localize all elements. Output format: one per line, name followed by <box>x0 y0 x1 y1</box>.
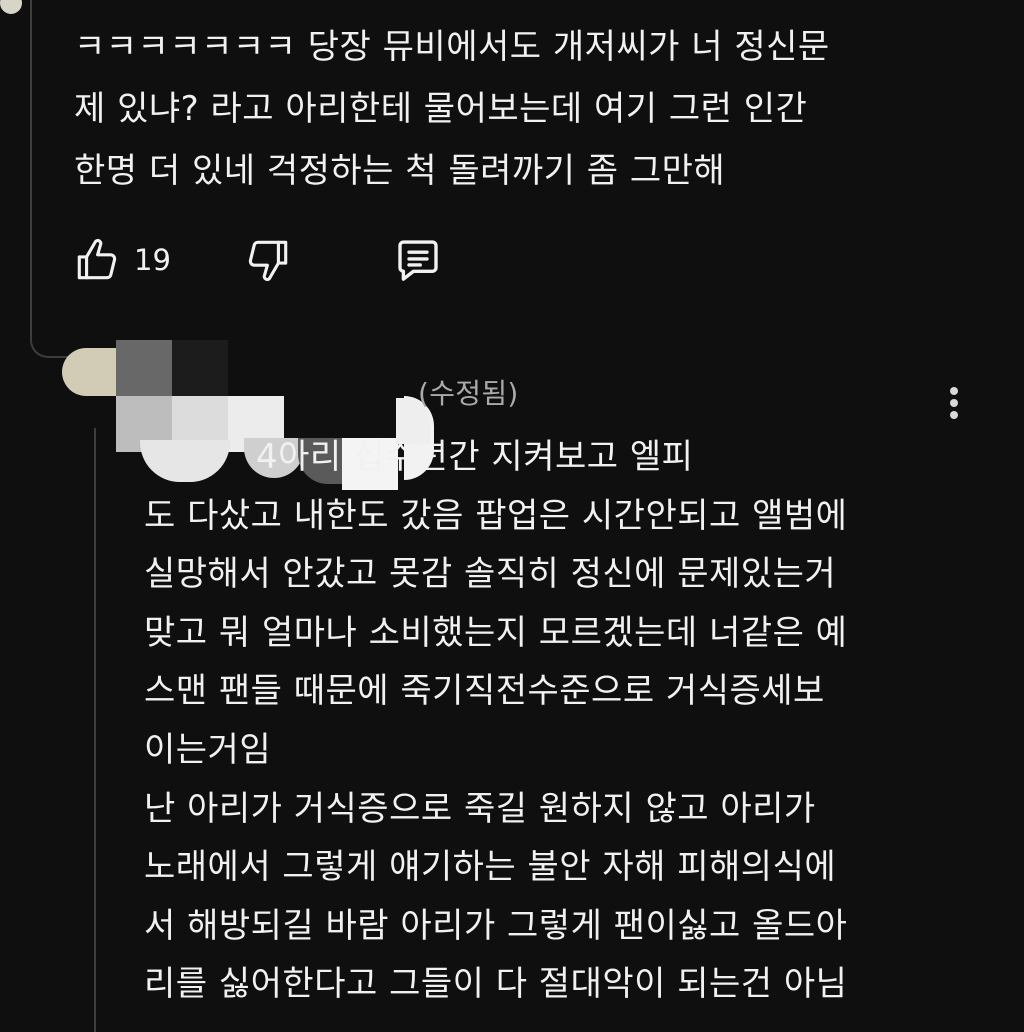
reply-button[interactable] <box>391 233 445 287</box>
thumbs-down-icon <box>243 235 293 285</box>
reply-line: 서 해방되길 바람 아리가 그렇게 팬이싫고 올드아 <box>144 905 848 946</box>
top-comment-text: ㅋㅋㅋㅋㅋㅋㅋ 당장 뮤비에서도 개저씨가 너 정신문제 있냐? 라고 아리한테… <box>74 16 974 202</box>
reply-line: 스맨 팬들 때문에 죽기직전수준으로 거식증세보 <box>144 671 825 712</box>
reply-edited-label: (수정됨) <box>418 377 519 410</box>
reply-line: 4아리 십수년간 지켜보고 엘피 <box>256 437 694 477</box>
top-avatar[interactable] <box>0 0 22 14</box>
comment-thread: ㅋㅋㅋㅋㅋㅋㅋ 당장 뮤비에서도 개저씨가 너 정신문제 있냐? 라고 아리한테… <box>0 0 1024 1032</box>
reply-line: 난 아리가 거식증으로 죽길 원하지 않고 아리가 <box>144 788 816 829</box>
reply-line: 리를 싫어한다고 그들이 다 절대악이 되는건 아님 <box>144 964 848 1005</box>
thumbs-up-icon <box>72 235 122 285</box>
like-button[interactable]: 19 <box>72 235 243 285</box>
top-comment-line: 제 있냐? 라고 아리한테 물어보는데 여기 그런 인간 <box>74 89 808 129</box>
reply-comment-icon <box>391 233 445 287</box>
reply-line: 노래에서 그렇게 얘기하는 불안 자해 피해의식에 <box>144 847 837 888</box>
reply-line: 맞고 뭐 얼마나 소비했는지 모르겠는데 너같은 예 <box>144 612 848 653</box>
top-comment-line: 한명 더 있네 걱정하는 척 돌려까기 좀 그만해 <box>74 151 726 191</box>
dislike-button[interactable] <box>243 235 293 285</box>
comment-actions: 19 <box>72 232 445 288</box>
reply-line: 이는거임 <box>144 729 272 770</box>
reply-line: 실망해서 안갔고 못감 솔직히 정신에 문제있는거 <box>144 554 837 595</box>
like-count: 19 <box>134 243 171 277</box>
reply-line: 도 다샀고 내한도 갔음 팝업은 시간안되고 앨범에 <box>144 495 848 536</box>
thread-connector-line <box>30 0 76 358</box>
top-comment-line: ㅋㅋㅋㅋㅋㅋㅋ 당장 뮤비에서도 개저씨가 너 정신문 <box>74 27 830 67</box>
reply-comment-text: 4아리 십수년간 지켜보고 엘피도 다샀고 내한도 갔음 팝업은 시간안되고 앨… <box>144 428 1004 1014</box>
more-vertical-icon[interactable] <box>940 384 968 424</box>
reply-thread-line <box>94 428 96 1032</box>
